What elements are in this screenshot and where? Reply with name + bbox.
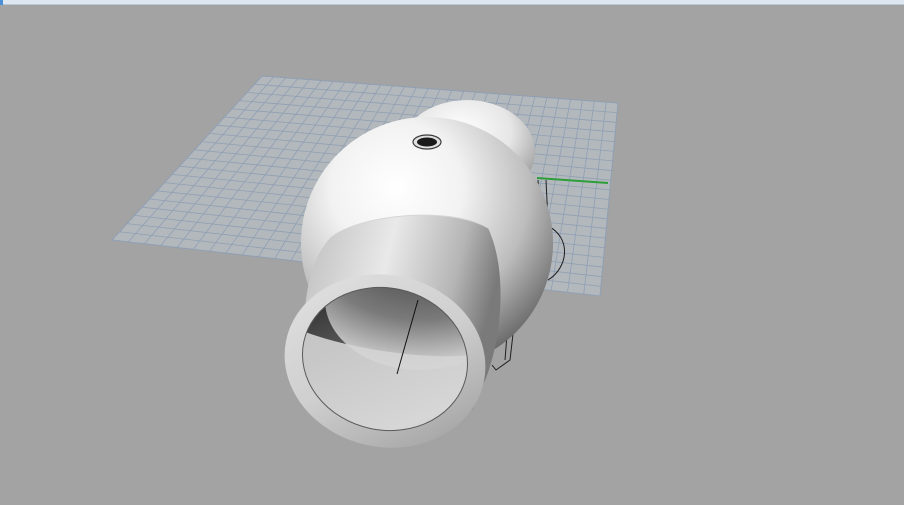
- viewport-canvas[interactable]: [0, 5, 904, 505]
- drill-hole[interactable]: [412, 134, 442, 150]
- perspective-viewport[interactable]: [0, 5, 904, 505]
